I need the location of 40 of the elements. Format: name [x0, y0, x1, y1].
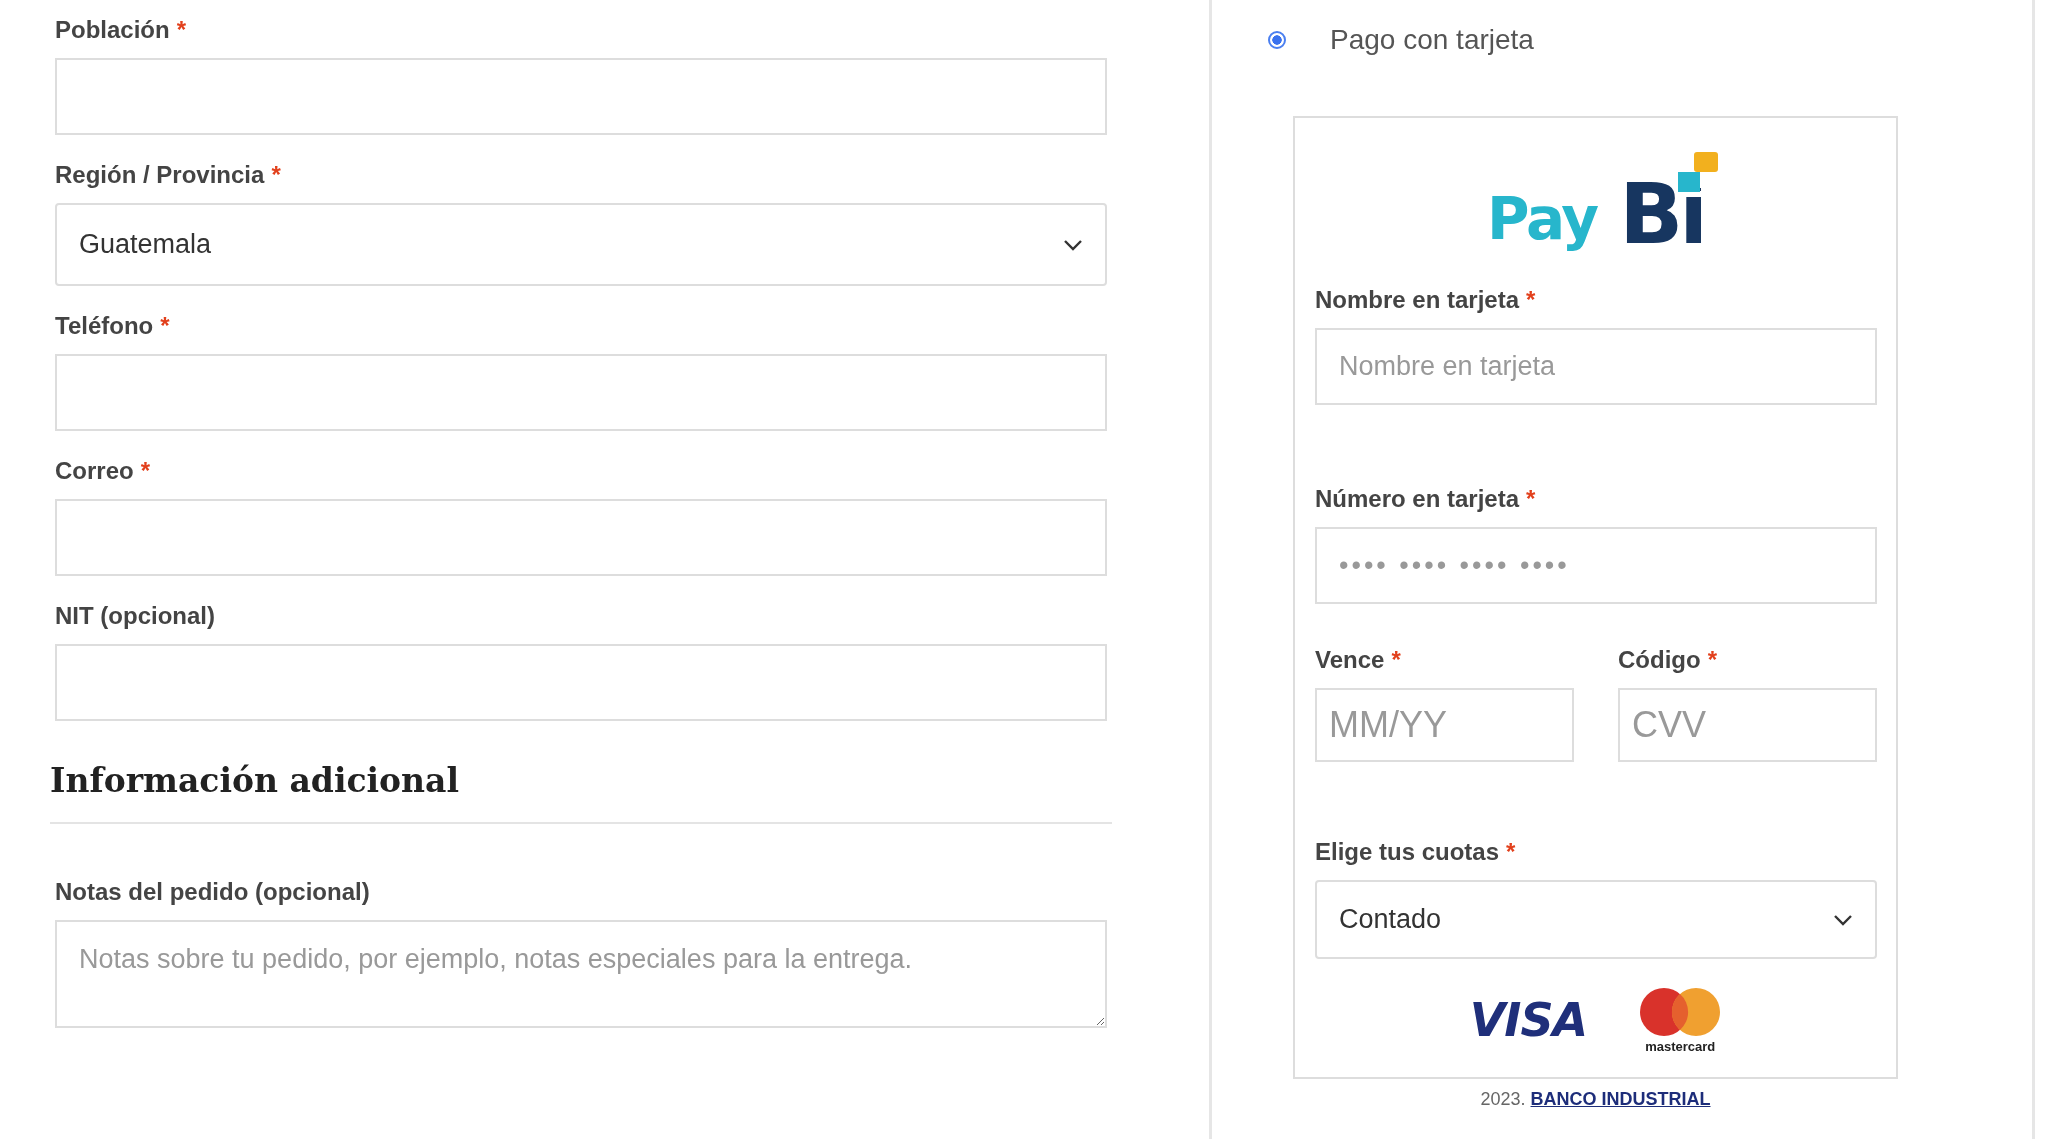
- mastercard-logo: mastercard: [1639, 986, 1722, 1054]
- required-mark: *: [160, 312, 170, 339]
- expiry-field[interactable]: MM/YY: [1315, 688, 1574, 762]
- card-name-field[interactable]: Nombre en tarjeta: [1315, 328, 1877, 405]
- notes-textarea[interactable]: Notas sobre tu pedido, por ejemplo, notas especiales para la entrega.: [55, 920, 1107, 1028]
- card-number-field[interactable]: •••• •••• •••• ••••: [1315, 527, 1877, 604]
- region-select[interactable]: Guatemala: [55, 203, 1107, 286]
- visa-logo: VISA: [1469, 993, 1588, 1047]
- field-label: Código: [1618, 646, 1701, 673]
- cvv-field[interactable]: CVV: [1618, 688, 1877, 762]
- section-heading: Información adicional: [50, 761, 460, 800]
- chevron-down-icon: [1063, 238, 1083, 251]
- bank-link[interactable]: BANCO INDUSTRIAL: [1530, 1089, 1711, 1109]
- field-label: Región / Provincia: [55, 161, 265, 188]
- payment-option-label: Pago con tarjeta: [1330, 24, 1534, 56]
- radio-button[interactable]: [1268, 31, 1286, 49]
- field-label: Vence: [1315, 646, 1385, 673]
- field-label: Correo: [55, 457, 134, 484]
- footer-year: 2023.: [1480, 1089, 1526, 1109]
- field-label: Elige tus cuotas: [1315, 838, 1500, 865]
- field-label: Teléfono: [55, 312, 154, 339]
- field-label: NIT (opcional): [55, 602, 215, 629]
- input-field[interactable]: [55, 354, 1107, 431]
- installments-select[interactable]: Contado: [1315, 880, 1877, 959]
- field-label: Nombre en tarjeta: [1315, 286, 1520, 313]
- required-mark: *: [1526, 485, 1536, 512]
- input-field[interactable]: [55, 58, 1107, 135]
- field-label: Población: [55, 16, 170, 43]
- chevron-down-icon: [1833, 913, 1853, 926]
- field-label: Notas del pedido (opcional): [55, 878, 370, 905]
- required-mark: *: [176, 16, 187, 43]
- input-field[interactable]: [55, 499, 1107, 576]
- required-mark: *: [1526, 286, 1536, 313]
- required-mark: *: [1707, 646, 1717, 673]
- field-label: Número en tarjeta: [1315, 485, 1520, 512]
- required-mark: *: [1506, 838, 1516, 865]
- required-mark: *: [140, 457, 151, 484]
- input-field[interactable]: [55, 644, 1107, 721]
- required-mark: *: [1391, 646, 1401, 673]
- required-mark: *: [271, 161, 281, 188]
